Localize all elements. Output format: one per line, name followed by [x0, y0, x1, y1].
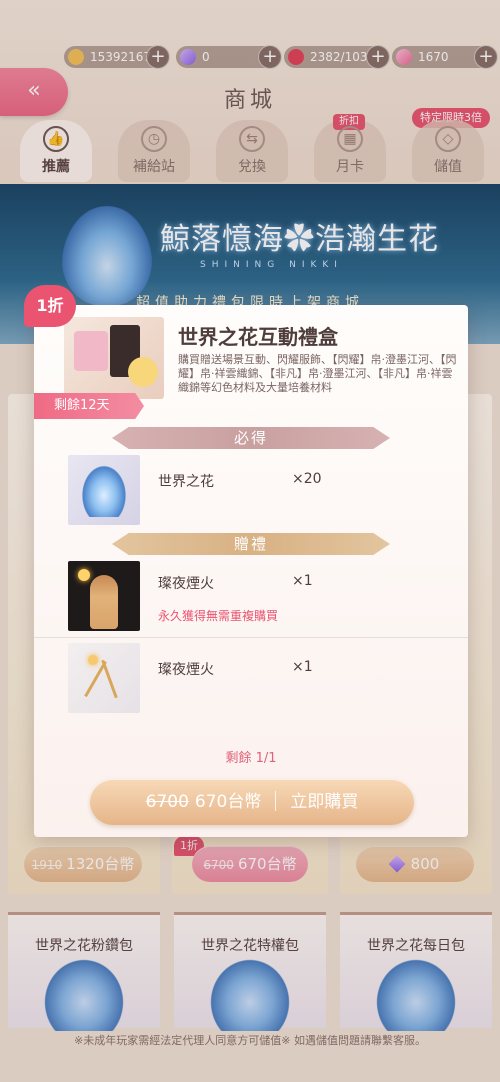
flower-image — [80, 463, 128, 517]
item-name: 世界之花 — [158, 474, 214, 490]
section-header-gift: 贈禮 — [112, 533, 390, 555]
gift-item-image — [128, 357, 158, 387]
item-quantity: ×1 — [292, 573, 313, 589]
item-quantity: ×1 — [292, 659, 313, 675]
separator — [275, 791, 277, 811]
price: 670台幣 — [194, 792, 262, 812]
list-item[interactable]: 世界之花 ×20 — [34, 455, 468, 525]
gift-item-image — [74, 331, 108, 371]
bundle-detail-modal: 剩餘12天 世界之花互動禮盒 購買贈送場景互動、閃耀服飾、【閃耀】帛·澄墨江河、… — [34, 305, 468, 837]
spark-image — [78, 569, 90, 581]
bundle-title: 世界之花互動禮盒 — [178, 325, 338, 349]
character-image — [90, 575, 118, 629]
bundle-discount-badge: 1折 — [24, 285, 76, 327]
buy-label: 立即購買 — [290, 792, 359, 812]
remaining-stock: 剩餘 1/1 — [225, 751, 277, 766]
item-name: 璨夜煙火 — [158, 576, 214, 592]
sparkler-stick-image — [101, 659, 118, 699]
world-flower-icon — [68, 455, 140, 525]
fireworks-outfit-icon — [68, 561, 140, 631]
sparkler-icon — [68, 643, 140, 713]
bundle-image — [64, 317, 164, 399]
spark-image — [88, 655, 98, 665]
section-header-guaranteed: 必得 — [112, 427, 390, 449]
buy-now-button[interactable]: 6700 670台幣 立即購買 — [90, 779, 414, 825]
item-name: 璨夜煙火 — [158, 662, 214, 678]
old-price: 6700 — [145, 792, 189, 812]
item-note: 永久獲得無需重複購買 — [158, 609, 279, 623]
list-item[interactable]: 璨夜煙火 ×1 永久獲得無需重複購買 — [34, 561, 468, 631]
divider — [34, 637, 468, 638]
list-item[interactable]: 璨夜煙火 ×1 — [34, 643, 468, 713]
remaining-days-ribbon: 剩餘12天 — [34, 393, 144, 419]
bundle-description: 購買贈送場景互動、閃耀服飾、【閃耀】帛·澄墨江河、【閃耀】帛·祥雲織錦、【非凡】… — [178, 353, 457, 394]
item-quantity: ×20 — [292, 471, 322, 487]
